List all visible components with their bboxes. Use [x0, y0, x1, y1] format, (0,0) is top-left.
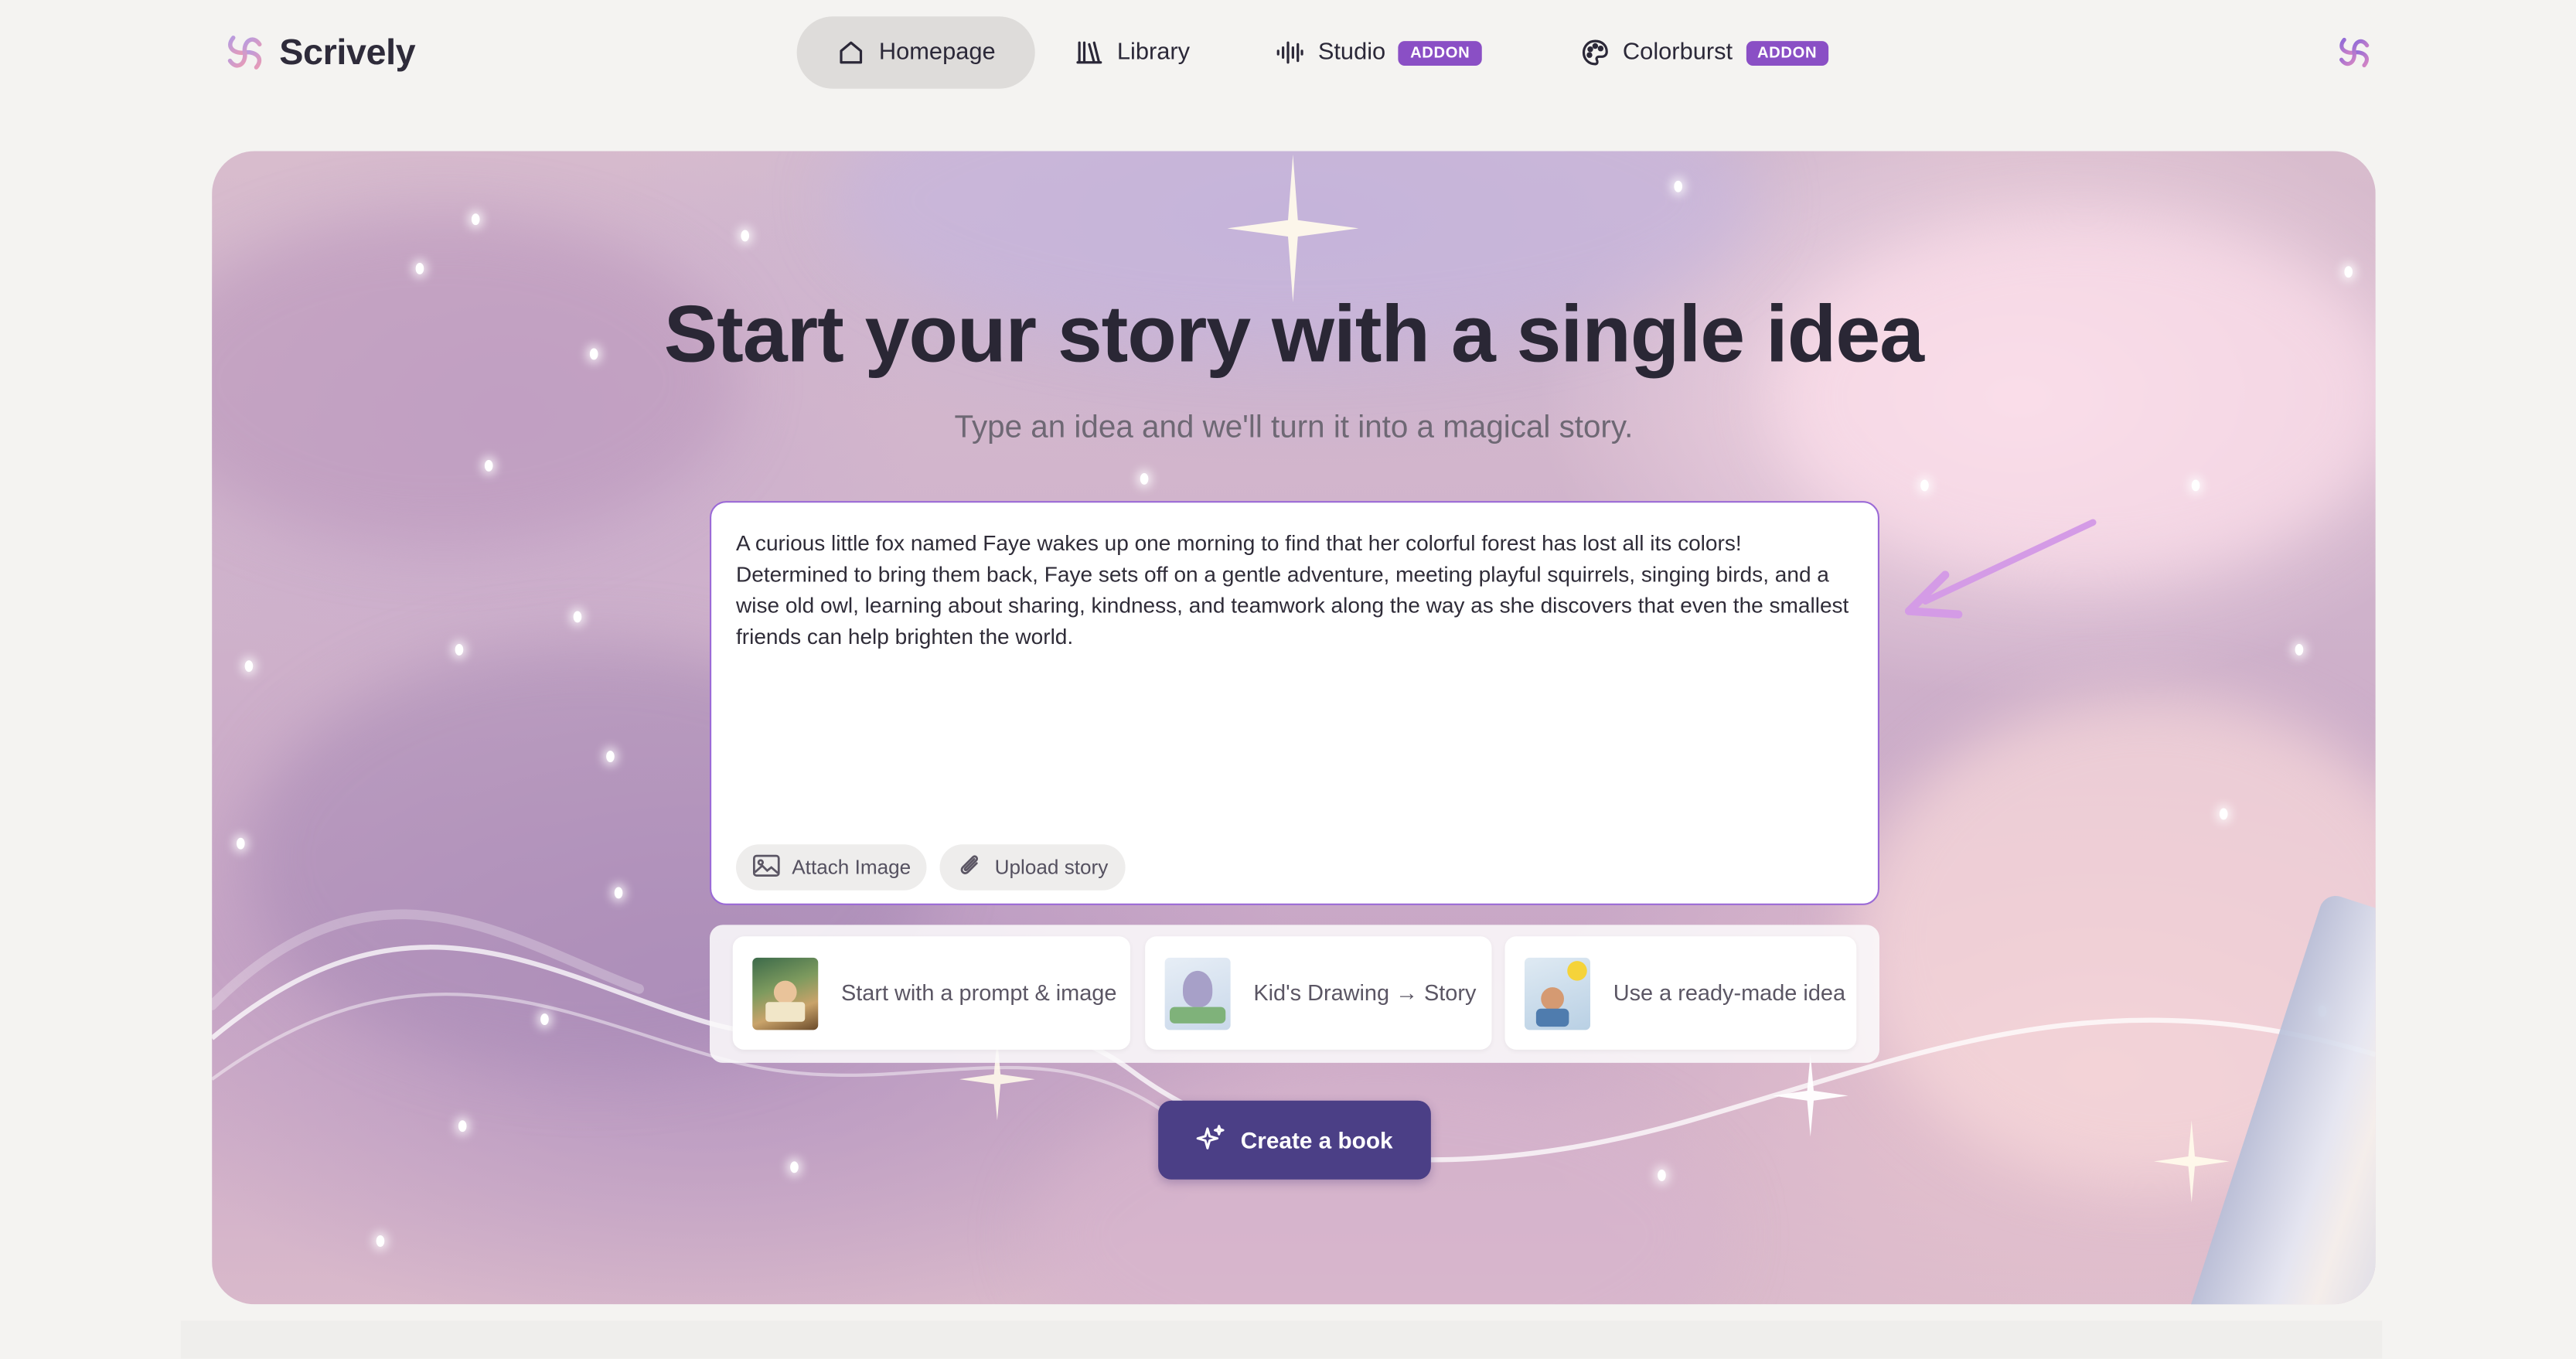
main-nav: Homepage Library Studio ADDON Colorburst… — [796, 16, 1868, 89]
attach-image-button[interactable]: Attach Image — [736, 844, 928, 891]
brand-name: Scrively — [279, 31, 416, 73]
book-thumbnail — [1164, 956, 1231, 1030]
sparkle-dot — [484, 460, 493, 472]
book-thumbnail — [1525, 956, 1590, 1030]
sparkle-decoration — [2153, 1120, 2230, 1203]
suggestion-cards: Start with a prompt & image Kid's Drawin… — [710, 925, 1879, 1063]
upload-story-button[interactable]: Upload story — [940, 844, 1125, 891]
upload-story-label: Upload story — [994, 856, 1109, 879]
nav-label: Studio — [1317, 39, 1386, 66]
sparkle-dot — [471, 213, 480, 226]
sparkle-dot — [415, 263, 424, 274]
account-logo-button[interactable] — [2333, 31, 2376, 82]
sparkle-dot — [1140, 473, 1149, 485]
sparkle-dot — [2191, 479, 2200, 492]
suggestion-prompt-image[interactable]: Start with a prompt & image — [732, 936, 1130, 1050]
prompt-actions: Attach Image Upload story — [736, 844, 1125, 891]
suggestion-label: Kid's Drawing → Story — [1253, 980, 1477, 1006]
cloud-decoration — [212, 216, 738, 546]
sparkle-decoration — [1227, 154, 1359, 302]
nav-library[interactable]: Library — [1035, 16, 1229, 89]
story-idea-text[interactable]: A curious little fox named Faye wakes up… — [736, 527, 1852, 652]
sparkle-dot — [2344, 266, 2353, 278]
scrively-logo-icon — [227, 36, 262, 70]
waveform-icon — [1276, 38, 1305, 67]
suggestion-kids-drawing[interactable]: Kid's Drawing → Story — [1145, 936, 1492, 1050]
book-thumbnail — [752, 956, 819, 1030]
sparkle-dot — [458, 1120, 467, 1132]
nav-homepage[interactable]: Homepage — [796, 16, 1035, 89]
create-book-button[interactable]: Create a book — [1158, 1100, 1431, 1180]
page-subtitle: Type an idea and we'll turn it into a ma… — [954, 410, 1634, 445]
sparkle-dot — [540, 1013, 549, 1025]
brand-logo[interactable]: Scrively — [220, 26, 416, 79]
scrively-logo-icon — [2339, 37, 2370, 68]
hero-section: Start your story with a single idea Type… — [212, 151, 2376, 1305]
page-title: Start your story with a single idea — [663, 291, 1924, 380]
nav-colorburst[interactable]: Colorburst ADDON — [1541, 16, 1868, 89]
nav-studio[interactable]: Studio ADDON — [1229, 16, 1541, 89]
sparkle-dot — [237, 837, 245, 850]
home-icon — [837, 38, 866, 67]
nav-label: Library — [1116, 39, 1191, 66]
page-footer-strip — [180, 1320, 2383, 1359]
sparkle-dot — [573, 611, 582, 623]
suggestion-ready-made-idea[interactable]: Use a ready-made idea — [1504, 936, 1857, 1050]
library-icon — [1075, 38, 1104, 67]
sparkle-dot — [376, 1235, 385, 1247]
arrow-doodle-decoration — [1904, 519, 2097, 619]
addon-badge: ADDON — [1399, 40, 1482, 65]
sparkle-decoration — [1772, 1054, 1849, 1137]
sparkle-dot — [244, 660, 254, 673]
suggestion-label: Start with a prompt & image — [841, 980, 1117, 1006]
sparkle-dot — [2219, 808, 2228, 820]
image-icon — [752, 853, 780, 881]
sparkle-dot — [790, 1161, 799, 1173]
sparkle-dot — [741, 230, 749, 242]
sparkle-dot — [1920, 479, 1929, 492]
sparkle-dot — [1658, 1170, 1666, 1181]
palette-icon — [1580, 38, 1610, 67]
attach-image-label: Attach Image — [792, 856, 911, 879]
nav-label: Colorburst — [1622, 39, 1733, 66]
paperclip-icon — [957, 852, 983, 883]
addon-badge: ADDON — [1746, 40, 1829, 65]
sparkle-dot — [455, 644, 464, 656]
sparkles-icon — [1196, 1122, 1225, 1157]
sparkle-dot — [2295, 644, 2304, 656]
create-book-label: Create a book — [1240, 1126, 1393, 1153]
sparkle-dot — [1674, 180, 1682, 192]
sparkle-dot — [614, 887, 623, 899]
suggestion-label: Use a ready-made idea — [1613, 980, 1846, 1006]
sparkle-dot — [606, 751, 615, 762]
nav-label: Homepage — [878, 39, 996, 66]
story-idea-input[interactable]: A curious little fox named Faye wakes up… — [710, 501, 1879, 905]
